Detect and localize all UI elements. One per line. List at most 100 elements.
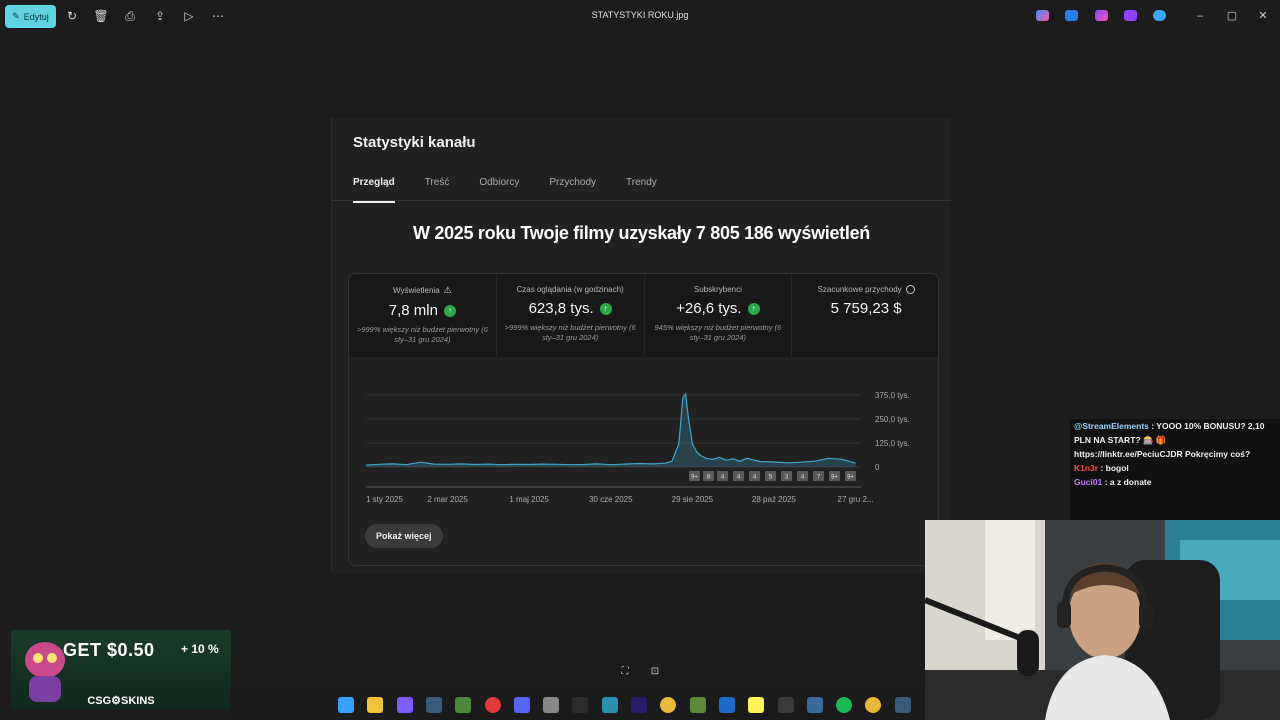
- metric-revenue[interactable]: Szacunkowe przychody 5 759,23 $: [792, 274, 938, 357]
- headline: W 2025 roku Twoje filmy uzyskały 7 805 1…: [413, 223, 870, 243]
- metric-value: +26,6 tys.: [676, 300, 742, 317]
- delete-icon[interactable]: 🗑: [93, 8, 109, 24]
- metric-note: >999% większy niż budżet pierwotny (6 st…: [504, 323, 636, 342]
- rotate-icon[interactable]: ↻: [64, 8, 80, 24]
- ad-title: GET $0.50: [63, 640, 155, 660]
- tab-overview[interactable]: Przegląd: [353, 177, 395, 203]
- arrow-up-icon: ↑: [443, 304, 456, 317]
- edit-button[interactable]: ✎ Edytuj: [5, 5, 56, 28]
- warning-icon: ⚠: [443, 285, 452, 295]
- copilot-icon[interactable]: [1036, 10, 1049, 21]
- metric-watch-time[interactable]: Czas oglądania (w godzinach) 623,8 tys. ↑…: [496, 274, 645, 357]
- chat-username[interactable]: K1n3r: [1074, 463, 1098, 473]
- x-tick-label: 1 maj 2025: [509, 495, 549, 504]
- ad-bonus: + 10 %: [181, 642, 219, 656]
- taskbar: [230, 690, 925, 720]
- title-bar: ✎ Edytuj ↻ 🗑 ⎙ ⇪ ▷ ⋯ STATYSTYKI ROKU.jpg…: [0, 0, 1280, 32]
- browser-icon[interactable]: [601, 697, 618, 713]
- photoshop-icon[interactable]: [718, 697, 735, 713]
- actual-size-icon[interactable]: ⊡: [648, 665, 662, 679]
- x-tick-label: 29 sie 2025: [672, 495, 714, 504]
- metric-value: 7,8 mln: [388, 302, 438, 319]
- metric-subscribers[interactable]: Subskrybenci +26,6 tys. ↑ 945% większy ni…: [644, 274, 793, 357]
- chrome2-icon[interactable]: [865, 697, 882, 713]
- stream-chat: @StreamElements : YOOO 10% BONUSU? 2,10 …: [1070, 419, 1280, 521]
- more-icon[interactable]: ⋯: [210, 8, 226, 24]
- y-tick-label: 250,0 tys.: [875, 415, 910, 424]
- tab-content[interactable]: Treść: [425, 177, 450, 199]
- chat-text: : a z donate: [1102, 477, 1152, 487]
- maximize-icon[interactable]: ▢: [1225, 9, 1239, 23]
- metric-label: Wyświetlenia: [393, 286, 440, 295]
- steam2-icon[interactable]: [894, 697, 911, 713]
- onedrive-icon[interactable]: [1153, 10, 1166, 21]
- metric-label: Subskrybenci: [693, 285, 742, 294]
- analytics-image: Statystyki kanału Przegląd Treść Odbiorc…: [331, 118, 951, 573]
- page-title: Statystyki kanału: [353, 134, 476, 151]
- video-marker-label: 9+: [831, 475, 838, 481]
- edit-label: Edytuj: [23, 11, 49, 22]
- x-tick-label: 28 paź 2025: [752, 495, 797, 504]
- y-tick-label: 375,0 tys.: [875, 391, 910, 400]
- share-icon[interactable]: ⇪: [152, 8, 168, 24]
- minecraft-icon[interactable]: [689, 697, 706, 713]
- app-icon[interactable]: [455, 697, 472, 713]
- steam-icon[interactable]: [425, 697, 442, 713]
- snapchat-icon[interactable]: [748, 697, 765, 713]
- slideshow-icon[interactable]: ▷: [181, 8, 197, 24]
- metric-value: 623,8 tys.: [528, 300, 594, 317]
- settings-icon[interactable]: [543, 697, 560, 713]
- clock-icon: [905, 285, 915, 294]
- chat-username[interactable]: @StreamElements: [1074, 421, 1149, 431]
- chat-message: @StreamElements : YOOO 10% BONUSU? 2,10 …: [1074, 419, 1276, 461]
- tab-bar: Przegląd Treść Odbiorcy Przychody Trendy: [353, 177, 657, 203]
- chat-message: K1n3r : bogol: [1074, 461, 1276, 475]
- close-icon[interactable]: ✕: [1256, 9, 1270, 23]
- metric-label: Szacunkowe przychody: [817, 285, 902, 294]
- designer-icon[interactable]: [1065, 10, 1078, 21]
- photos-icon[interactable]: [1124, 10, 1137, 21]
- discord-icon[interactable]: [513, 697, 530, 713]
- window-title: STATYSTYKI ROKU.jpg: [591, 10, 689, 20]
- clipchamp-icon[interactable]: [1095, 10, 1108, 21]
- series-line: [365, 392, 856, 466]
- copilot-icon[interactable]: [396, 697, 413, 713]
- fit-screen-icon[interactable]: ⛶: [618, 665, 632, 679]
- ad-brand: CSG⚙SKINS: [87, 695, 155, 707]
- tab-trends[interactable]: Trendy: [626, 177, 657, 199]
- series-area: [366, 393, 856, 467]
- metrics-row: Wyświetlenia ⚠ 7,8 mln ↑ >999% większy niż…: [349, 274, 938, 357]
- start-icon[interactable]: [338, 697, 354, 713]
- video-marker-label: 9+: [847, 475, 854, 481]
- app2-icon[interactable]: [806, 697, 823, 713]
- show-more-button[interactable]: Pokaż więcej: [365, 524, 443, 548]
- edit-icon: ✎: [12, 11, 20, 21]
- y-tick-label: 0: [875, 463, 880, 472]
- minimize-icon[interactable]: –: [1193, 9, 1207, 23]
- tab-audience[interactable]: Odbiorcy: [479, 177, 519, 199]
- explorer-icon[interactable]: [367, 697, 384, 713]
- premiere-icon[interactable]: [631, 697, 647, 713]
- arrow-up-icon: ↑: [747, 302, 760, 315]
- metric-note: >999% większy niż budżet pierwotny (6 st…: [356, 325, 488, 344]
- metric-note: 945% większy niż budżet pierwotny (6 sty…: [654, 323, 782, 342]
- tab-revenue[interactable]: Przychody: [549, 177, 596, 199]
- y-tick-label: 125,0 tys.: [875, 439, 910, 448]
- x-tick-label: 27 gru 2...: [838, 495, 874, 504]
- chat-message: Guci01 : a z donate: [1074, 475, 1276, 489]
- print-icon[interactable]: ⎙: [122, 8, 138, 24]
- opera-icon[interactable]: [484, 697, 501, 713]
- video-marker-label: 9+: [691, 475, 698, 481]
- metric-views[interactable]: Wyświetlenia ⚠ 7,8 mln ↑ >999% większy niż…: [349, 274, 497, 357]
- x-tick-label: 30 cze 2025: [589, 495, 633, 504]
- sponsor-banner[interactable]: GET $0.50 + 10 % CSG⚙SKINS: [11, 630, 231, 710]
- metric-value: 5 759,23 $: [830, 300, 902, 317]
- chat-username[interactable]: Guci01: [1074, 477, 1102, 487]
- spotify-icon[interactable]: [836, 697, 853, 713]
- logitech-icon[interactable]: [572, 697, 589, 713]
- webcam-feed: [925, 520, 1280, 720]
- arrow-up-icon: ↑: [599, 302, 612, 315]
- x-tick-label: 1 sty 2025: [366, 495, 403, 504]
- chrome-icon[interactable]: [660, 697, 677, 713]
- dots-icon[interactable]: [777, 697, 794, 713]
